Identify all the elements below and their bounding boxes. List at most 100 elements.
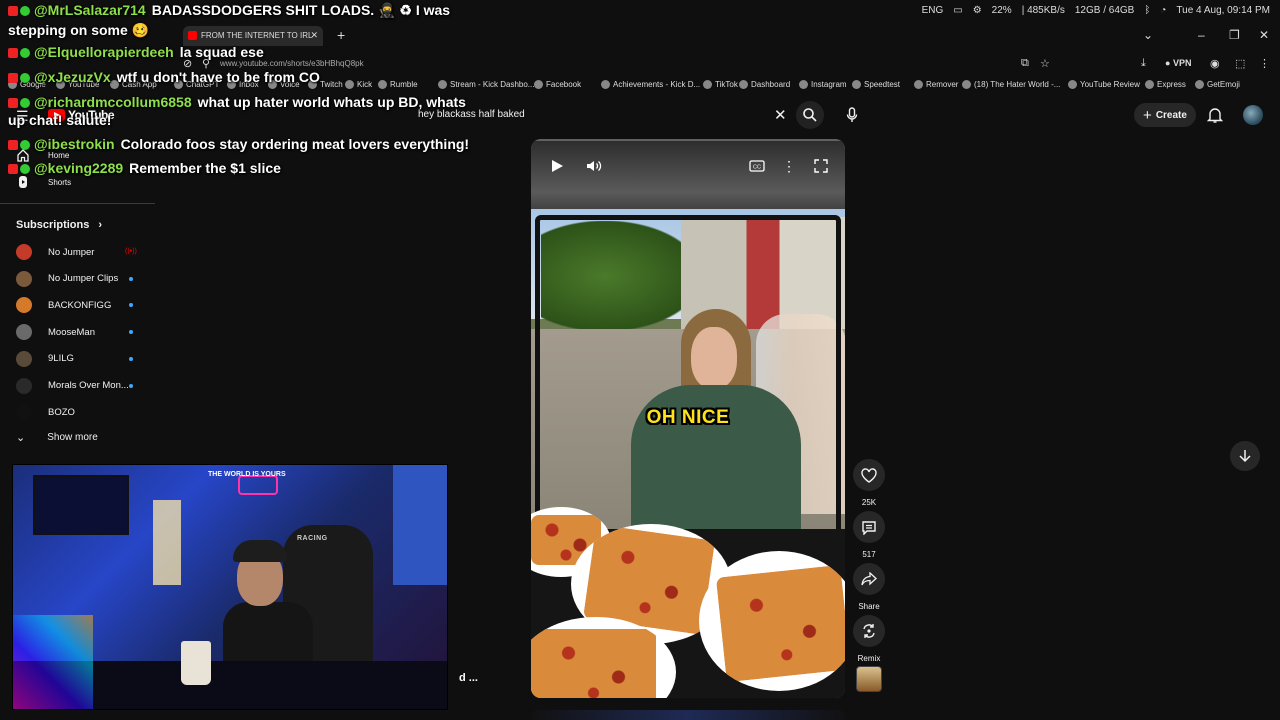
subscription-item[interactable]: No Jumper ((•))	[16, 243, 156, 261]
chat-username: @richardmccollum6858	[34, 94, 192, 110]
network-speed: | 485KB/s	[1021, 5, 1065, 16]
bookmark-item[interactable]: Achievements - Kick D...	[601, 80, 700, 89]
chat-message: @ibestrokin Colorado foos stay ordering m…	[8, 136, 469, 152]
microphone-icon	[846, 107, 858, 122]
install-app-icon[interactable]: ⧉	[1021, 57, 1029, 70]
webcam-monitor	[33, 475, 129, 535]
bookmark-item[interactable]: Instagram	[799, 80, 847, 89]
share-button[interactable]: Share	[852, 563, 886, 611]
bookmark-favicon-icon	[1195, 80, 1204, 89]
chat-message: @Elquellorapierdeeh la squad ese	[8, 44, 264, 60]
browser-tab[interactable]: FROM THE INTERNET TO IRL ✕	[183, 26, 323, 46]
tab-bar: FROM THE INTERNET TO IRL ✕ + ⌄ – ❐ ✕	[0, 26, 1280, 46]
remix-button[interactable]: Remix	[852, 615, 886, 663]
close-tab-icon[interactable]: ✕	[310, 30, 318, 41]
channel-avatar	[16, 244, 32, 260]
bookmark-item[interactable]: Remover	[914, 80, 958, 89]
webcam-sign-text: THE WORLD IS YOURS	[208, 471, 286, 478]
notifications-button[interactable]	[1206, 106, 1224, 124]
extensions-icon[interactable]: ⬚	[1235, 57, 1245, 70]
truncated-text: d ...	[459, 672, 478, 684]
bookmark-favicon-icon	[378, 80, 387, 89]
channel-avatar	[16, 324, 32, 341]
subscription-item[interactable]: BOZO	[16, 403, 156, 421]
bookmark-favicon-icon	[852, 80, 861, 89]
short-video-player[interactable]: OH NICE CC ⋮	[531, 139, 845, 698]
bookmark-item[interactable]: Facebook	[534, 80, 581, 89]
bookmark-item[interactable]: TikTok	[703, 80, 738, 89]
bookmark-item[interactable]: Dashboard	[739, 80, 790, 89]
clear-search-icon[interactable]: ✕	[774, 106, 787, 124]
chat-badge-icon	[8, 98, 30, 109]
bookmark-item[interactable]: GetEmoji	[1195, 80, 1240, 89]
bookmark-item[interactable]: Rumble	[378, 80, 418, 89]
plus-icon: +	[1143, 106, 1152, 124]
video-canopy	[531, 139, 845, 215]
captions-button[interactable]: CC	[748, 157, 766, 175]
sound-thumbnail[interactable]	[856, 666, 882, 692]
live-icon: ((•))	[125, 248, 137, 255]
create-button[interactable]: + Create	[1134, 103, 1196, 127]
next-video-button[interactable]	[1230, 441, 1260, 471]
play-button[interactable]	[548, 157, 566, 175]
menu-icon[interactable]: ⋮	[1259, 57, 1270, 70]
vpn-button[interactable]: ● VPN	[1165, 58, 1191, 68]
sidebar-item-shorts[interactable]: Shorts	[16, 175, 71, 189]
subscription-item[interactable]: MooseMan	[16, 323, 156, 341]
bookmark-item[interactable]: YouTube Review	[1068, 80, 1140, 89]
chat-message: @MrLSalazar714 BADASSDODGERS SHIT LOADS. …	[8, 2, 450, 19]
subscription-item[interactable]: Morals Over Mon...	[16, 377, 156, 395]
bookmark-favicon-icon	[1145, 80, 1154, 89]
chat-username: @keving2289	[34, 160, 124, 176]
chat-text: what up hater world whats up BD, whats	[197, 94, 466, 110]
like-button[interactable]: 25K	[852, 459, 886, 507]
new-tab-button[interactable]: +	[337, 27, 345, 43]
bookmark-item[interactable]: Stream - Kick Dashbo...	[438, 80, 534, 89]
bookmark-item[interactable]: (18) The Hater World -...	[962, 80, 1060, 89]
bookmark-item[interactable]: Express	[1145, 80, 1186, 89]
like-count: 25K	[861, 498, 877, 507]
wifi-icon: ◔	[1160, 5, 1167, 16]
show-more-button[interactable]: ⌄ Show more	[16, 431, 98, 444]
voice-search-button[interactable]	[842, 101, 862, 129]
tab-search-icon[interactable]: ⌄	[1143, 28, 1153, 42]
subscriptions-heading[interactable]: Subscriptions ›	[16, 219, 102, 231]
bookmark-item[interactable]: Speedtest	[852, 80, 900, 89]
video-progress-bar[interactable]	[531, 139, 845, 141]
chevron-right-icon: ›	[98, 219, 103, 231]
comments-button[interactable]: 517	[852, 511, 886, 559]
comment-icon	[862, 520, 876, 535]
fullscreen-button[interactable]	[812, 157, 830, 175]
chat-username: @MrLSalazar714	[34, 2, 146, 18]
more-vert-icon: ⋮	[782, 157, 796, 174]
profile-icon[interactable]: ◉	[1210, 57, 1220, 70]
bookmark-star-icon[interactable]: ☆	[1040, 57, 1050, 70]
close-window-button[interactable]: ✕	[1259, 28, 1269, 42]
language-indicator[interactable]: ENG	[922, 5, 944, 16]
chat-text: wtf u don't have to be from CO	[116, 69, 320, 85]
chevron-down-icon: ⌄	[16, 432, 26, 444]
memory-indicator: 12GB / 64GB	[1074, 5, 1135, 16]
new-content-dot	[129, 303, 133, 308]
chat-text: BADASSDODGERS SHIT LOADS. 🥷 ♻ I was	[151, 2, 451, 18]
subscription-item[interactable]: BACKONFIGG	[16, 296, 156, 314]
minimize-button[interactable]: –	[1198, 28, 1205, 42]
more-options-button[interactable]: ⋮	[780, 157, 798, 175]
comment-count: 517	[862, 550, 876, 559]
bookmark-favicon-icon	[601, 80, 610, 89]
subscription-item[interactable]: 9LILG	[16, 350, 156, 368]
bluetooth-icon: ᛒ	[1144, 5, 1151, 16]
subscription-item[interactable]: No Jumper Clips	[16, 270, 156, 288]
volume-button[interactable]	[585, 157, 603, 175]
maximize-button[interactable]: ❐	[1229, 28, 1240, 42]
account-avatar[interactable]	[1243, 105, 1263, 125]
webcam-rgb-keyboard	[13, 615, 93, 709]
search-input[interactable]: hey blackass half baked	[418, 109, 525, 120]
address-bar[interactable]: www.youtube.com/shorts/e3bHBhqQ8pk	[220, 59, 364, 68]
next-short-preview[interactable]	[531, 710, 845, 720]
channel-avatar	[16, 270, 32, 287]
search-button[interactable]	[796, 101, 824, 129]
settings-icon: ⚙	[972, 5, 982, 16]
downloads-icon[interactable]: ⤓	[1141, 57, 1146, 70]
bookmark-item[interactable]: Kick	[345, 80, 372, 89]
